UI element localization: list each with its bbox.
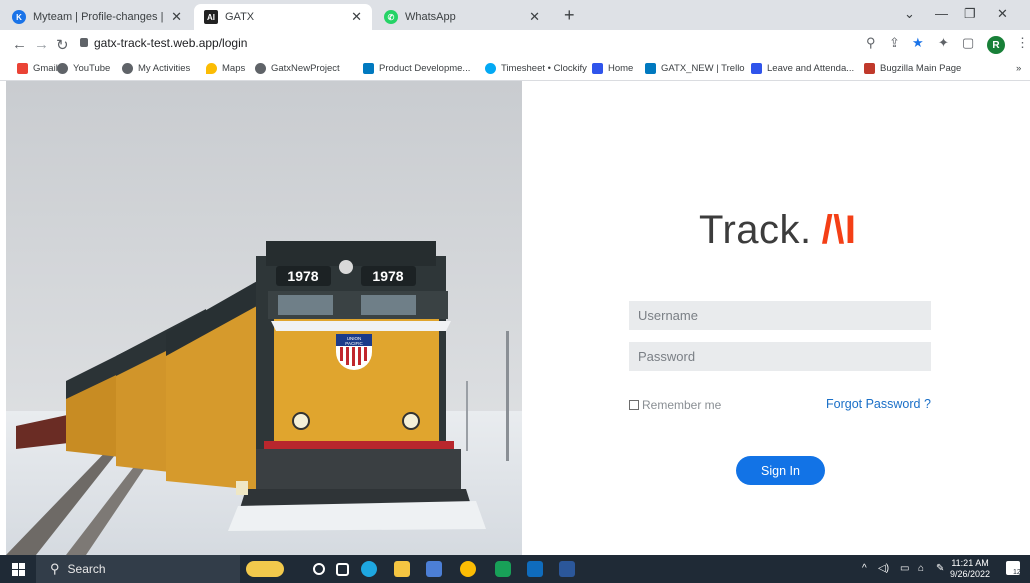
bookmark-bugzilla[interactable]: Bugzilla Main Page: [864, 63, 961, 74]
extensions-icon[interactable]: ✦: [938, 35, 949, 51]
tab-whatsapp[interactable]: ✆ WhatsApp ✕: [374, 4, 550, 30]
minimize-icon[interactable]: —: [935, 6, 948, 21]
tab-gatx[interactable]: AI GATX ✕: [194, 4, 372, 30]
password-field[interactable]: [629, 342, 931, 371]
toolbar: ← → ↻ gatx-track-test.web.app/login ⚲ ⇪ …: [0, 30, 1030, 59]
system-clock[interactable]: 11:21 AM 9/26/2022: [950, 558, 990, 580]
side-panel-icon[interactable]: ▢: [962, 35, 974, 51]
location-icon[interactable]: ⚲: [866, 35, 876, 51]
badge-bottom-text: PACIFIC: [345, 341, 363, 346]
reload-icon[interactable]: ↻: [56, 36, 69, 54]
pen-icon[interactable]: ✎: [936, 563, 944, 574]
trello-icon: [363, 63, 374, 74]
bookmark-leave-attendance[interactable]: Leave and Attenda...: [751, 63, 854, 74]
globe-icon: [57, 63, 68, 74]
search-label: Search: [67, 562, 106, 576]
remember-me[interactable]: Remember me: [629, 398, 721, 412]
gmail-icon: [17, 63, 28, 74]
star-icon[interactable]: ★: [912, 35, 924, 51]
lock-icon: [80, 38, 88, 47]
outlook-icon[interactable]: [527, 561, 543, 577]
chrome-icon[interactable]: [460, 561, 476, 577]
tab-label: WhatsApp: [405, 11, 456, 23]
tab-strip: K Myteam | Profile-changes | Profil ✕ AI…: [0, 0, 1030, 30]
address-bar[interactable]: gatx-track-test.web.app/login: [94, 36, 247, 50]
whatsapp-icon: ✆: [384, 10, 398, 24]
notification-count: 12: [1013, 569, 1021, 576]
clockify-icon: [485, 63, 496, 74]
close-icon[interactable]: ✕: [171, 9, 182, 25]
bp-icon: [592, 63, 603, 74]
tab-label: Myteam | Profile-changes | Profil: [33, 11, 165, 23]
browser-window: K Myteam | Profile-changes | Profil ✕ AI…: [0, 0, 1030, 583]
clock-date: 9/26/2022: [950, 569, 991, 579]
maps-icon: [206, 63, 217, 74]
forward-icon[interactable]: →: [34, 36, 49, 53]
network-icon[interactable]: ⌂: [918, 563, 924, 574]
forgot-password-link[interactable]: Forgot Password ?: [826, 397, 931, 411]
file-explorer-icon[interactable]: [394, 561, 410, 577]
avatar[interactable]: R: [987, 36, 1005, 54]
close-icon[interactable]: ✕: [529, 9, 540, 25]
more-bookmarks-button[interactable]: »: [1016, 63, 1021, 74]
clock-time: 11:21 AM: [951, 558, 989, 568]
volume-icon[interactable]: ◁): [878, 563, 889, 574]
menu-icon[interactable]: ⋮: [1016, 35, 1029, 51]
taskbar-search[interactable]: ⚲ Search: [36, 555, 240, 583]
bp-icon: [751, 63, 762, 74]
battery-icon[interactable]: ▭: [900, 563, 909, 574]
page-content: 1978 1978 UNION PACIFIC Track. /\I Usern…: [0, 81, 1030, 555]
globe-icon: [122, 63, 133, 74]
bookmark-gmail[interactable]: Gmail: [17, 63, 58, 74]
app-icon[interactable]: [495, 561, 511, 577]
sign-in-button[interactable]: Sign In: [736, 456, 825, 485]
myteam-icon: K: [12, 10, 26, 24]
bugzilla-icon: [864, 63, 875, 74]
username-field[interactable]: [629, 301, 931, 330]
logo-text: Track.: [699, 208, 812, 252]
track-ai-logo: Track./\I: [699, 208, 856, 253]
gatx-icon: AI: [204, 10, 218, 24]
bookmark-product-development[interactable]: Product Developme...: [363, 63, 470, 74]
bookmark-gatx-trello[interactable]: GATX_NEW | Trello: [645, 63, 745, 74]
chevron-up-icon[interactable]: ^: [862, 563, 867, 574]
windows-start-icon[interactable]: [12, 563, 25, 576]
widgets-icon[interactable]: [246, 561, 284, 577]
bookmarks-bar: Gmail YouTube My Activities Maps GatxNew…: [0, 59, 1030, 81]
trello-icon: [645, 63, 656, 74]
logo-accent: /\I: [821, 208, 857, 252]
taskbar: ⚲ Search ^ ◁) ▭ ⌂ ✎ 11:21 AM 9/26/2022 1…: [0, 555, 1030, 583]
chevron-down-icon[interactable]: ⌄: [904, 6, 915, 22]
remember-label: Remember me: [642, 398, 722, 412]
restore-icon[interactable]: ❐: [964, 6, 976, 22]
store-icon[interactable]: [426, 561, 442, 577]
bookmark-maps[interactable]: Maps: [206, 63, 245, 74]
hero-image: 1978 1978 UNION PACIFIC: [6, 81, 522, 555]
new-tab-button[interactable]: +: [564, 5, 575, 26]
search-icon: ⚲: [50, 561, 60, 576]
back-icon[interactable]: ←: [12, 36, 27, 53]
bookmark-youtube[interactable]: YouTube: [57, 63, 110, 74]
close-window-icon[interactable]: ✕: [997, 6, 1008, 22]
bookmark-my-activities[interactable]: My Activities: [122, 63, 190, 74]
remember-checkbox[interactable]: [629, 400, 639, 410]
close-icon[interactable]: ✕: [351, 9, 362, 25]
loco-number-left: 1978: [287, 268, 318, 284]
bookmark-timesheet[interactable]: Timesheet • Clockify: [485, 63, 587, 74]
loco-number-right: 1978: [372, 268, 403, 284]
edge-icon[interactable]: [361, 561, 377, 577]
task-view-icon[interactable]: [336, 563, 349, 576]
bookmark-home[interactable]: Home: [592, 63, 633, 74]
share-icon[interactable]: ⇪: [889, 35, 900, 51]
bookmark-gatxnewproject[interactable]: GatxNewProject: [255, 63, 340, 74]
cortana-icon[interactable]: [313, 563, 325, 575]
tab-myteam[interactable]: K Myteam | Profile-changes | Profil ✕: [2, 4, 192, 30]
globe-icon: [255, 63, 266, 74]
train-photo: 1978 1978 UNION PACIFIC: [6, 81, 522, 555]
word-icon[interactable]: [559, 561, 575, 577]
tab-label: GATX: [225, 11, 255, 23]
